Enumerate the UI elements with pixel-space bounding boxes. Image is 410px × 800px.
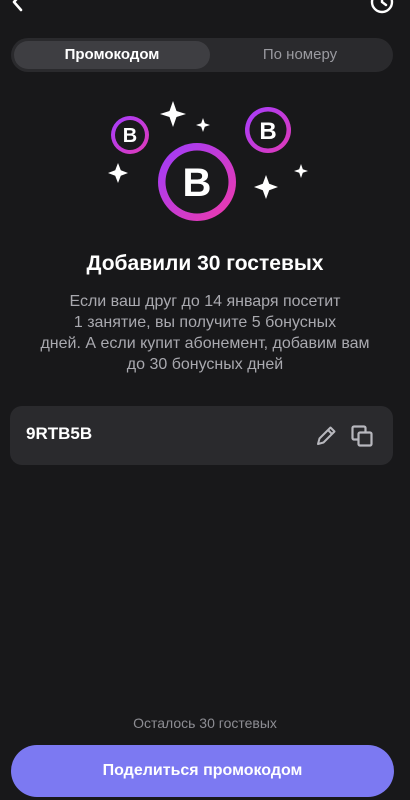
- remaining-guest-count: Осталось 30 гостевых: [133, 715, 277, 731]
- copy-icon[interactable]: [349, 423, 375, 449]
- chevron-left-icon[interactable]: [6, 0, 30, 14]
- top-bar: [0, 0, 410, 16]
- promo-description: Если ваш друг до 14 января посетит 1 зан…: [40, 291, 370, 375]
- description-line: до 30 бонусных дней: [126, 356, 284, 373]
- tab-promo-code[interactable]: Промокодом: [14, 41, 210, 69]
- sparkle-icon: [254, 175, 278, 199]
- sparkle-icon: [294, 164, 308, 178]
- history-icon[interactable]: [368, 0, 396, 16]
- share-promo-button[interactable]: Поделиться промокодом: [11, 745, 394, 797]
- sparkle-icon: [160, 101, 186, 127]
- svg-text:В: В: [183, 161, 212, 205]
- sparkle-icon: [196, 118, 210, 132]
- description-line: 1 занятие, вы получите 5 бонусных: [73, 314, 337, 331]
- promo-code-field: 9RTB5B: [10, 406, 393, 465]
- brand-badge-small-icon: В: [111, 116, 149, 154]
- svg-text:В: В: [123, 125, 137, 147]
- description-line: дней. А если купит абонемент, добавим ва…: [40, 335, 370, 352]
- page-title: Добавили 30 гостевых: [86, 252, 324, 275]
- brand-badge-large-icon: В: [158, 143, 236, 221]
- brand-badge-medium-icon: В: [245, 107, 291, 153]
- sparkle-icon: [108, 163, 128, 183]
- promo-illustration: В В В: [108, 101, 308, 221]
- description-line: Если ваш друг до 14 января посетит: [69, 293, 341, 310]
- tab-phone-number[interactable]: По номеру: [210, 41, 390, 69]
- promo-code-value[interactable]: 9RTB5B: [26, 424, 92, 444]
- pencil-icon[interactable]: [313, 423, 339, 449]
- svg-text:В: В: [259, 118, 276, 145]
- share-method-tabs: Промокодом По номеру: [11, 38, 393, 72]
